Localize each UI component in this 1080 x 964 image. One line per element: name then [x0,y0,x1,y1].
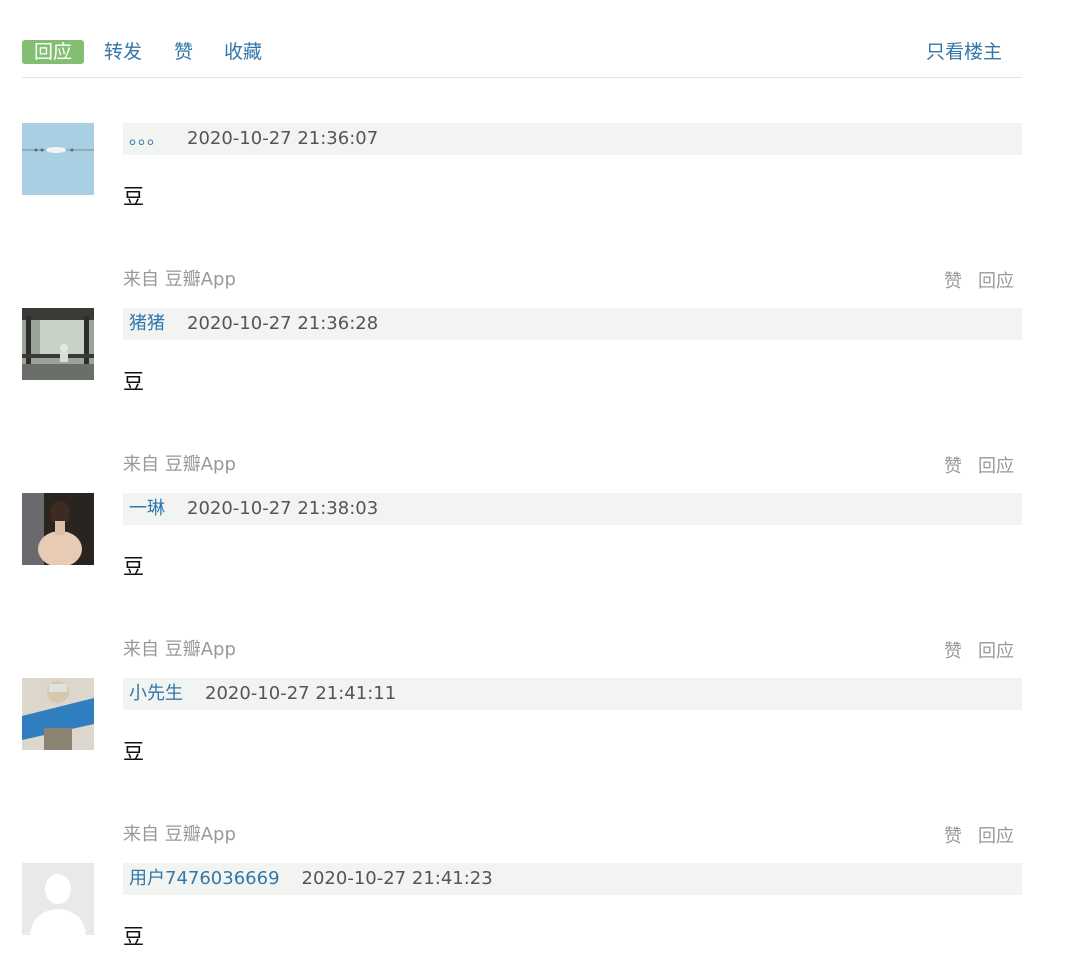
comment-body: 豆 [123,370,144,394]
author-link[interactable]: 小先生 [129,683,183,704]
avatar[interactable] [22,863,94,935]
comment-item: 一琳 2020-10-27 21:38:03 豆 来自 豆瓣App 赞 回应 [22,493,1022,662]
comment-source: 来自 豆瓣App [123,639,236,660]
comment-reply-button[interactable]: 回应 [978,822,1014,848]
avatar[interactable] [22,123,94,195]
comment-time: 2020-10-27 21:36:07 [187,128,379,149]
favorite-button[interactable]: 收藏 [224,40,262,64]
like-button[interactable]: 赞 [174,40,193,64]
avatar[interactable] [22,493,94,565]
comment-source: 来自 豆瓣App [123,454,236,475]
author-link[interactable]: 一琳 [129,498,165,519]
comment-time: 2020-10-27 21:38:03 [187,498,379,519]
comment-source: 来自 豆瓣App [123,824,236,845]
only-op-link[interactable]: 只看楼主 [926,40,1002,64]
avatar[interactable] [22,308,94,380]
default-user-avatar-icon [22,863,94,935]
comment-time: 2020-10-27 21:41:11 [205,683,397,704]
comment-like-button[interactable]: 赞 [944,452,962,478]
author-link[interactable]: 用户7476036669 [129,868,280,889]
comment-source: 来自 豆瓣App [123,269,236,290]
comment-body: 豆 [123,185,144,209]
banner-photo-avatar-icon [22,678,94,750]
pavilion-photo-avatar-icon [22,308,94,380]
comment-meta: 猪猪 2020-10-27 21:36:28 [123,308,1022,340]
comment-meta: 小先生 2020-10-27 21:41:11 [123,678,1022,710]
comment-meta: 。。。 2020-10-27 21:36:07 [123,123,1022,155]
comment-body: 豆 [123,925,144,949]
comment-body: 豆 [123,740,144,764]
comment-meta: 一琳 2020-10-27 21:38:03 [123,493,1022,525]
author-link[interactable]: 猪猪 [129,313,165,334]
comment-toolbar: 回应 转发 赞 收藏 只看楼主 [22,38,1022,78]
comment-reply-button[interactable]: 回应 [978,452,1014,478]
comment-item: 小先生 2020-10-27 21:41:11 豆 来自 豆瓣App 赞 回应 [22,678,1022,847]
avatar[interactable] [22,678,94,750]
comment-time: 2020-10-27 21:41:23 [301,868,493,889]
comment-like-button[interactable]: 赞 [944,822,962,848]
comment-reply-button[interactable]: 回应 [978,637,1014,663]
comment-meta: 用户7476036669 2020-10-27 21:41:23 [123,863,1022,895]
reply-button[interactable]: 回应 [22,40,84,64]
comment-item: 猪猪 2020-10-27 21:36:28 豆 来自 豆瓣App 赞 回应 [22,308,1022,477]
comment-like-button[interactable]: 赞 [944,267,962,293]
comment-like-button[interactable]: 赞 [944,637,962,663]
sky-photo-avatar-icon [22,123,94,195]
portrait-photo-avatar-icon [22,493,94,565]
comment-item: 。。。 2020-10-27 21:36:07 豆 来自 豆瓣App 赞 回应 [22,123,1022,292]
author-link[interactable]: 。。。 [129,128,165,149]
repost-button[interactable]: 转发 [104,40,142,64]
comment-item: 用户7476036669 2020-10-27 21:41:23 豆 [22,863,1022,964]
comment-reply-button[interactable]: 回应 [978,267,1014,293]
comment-body: 豆 [123,555,144,579]
comment-time: 2020-10-27 21:36:28 [187,313,379,334]
